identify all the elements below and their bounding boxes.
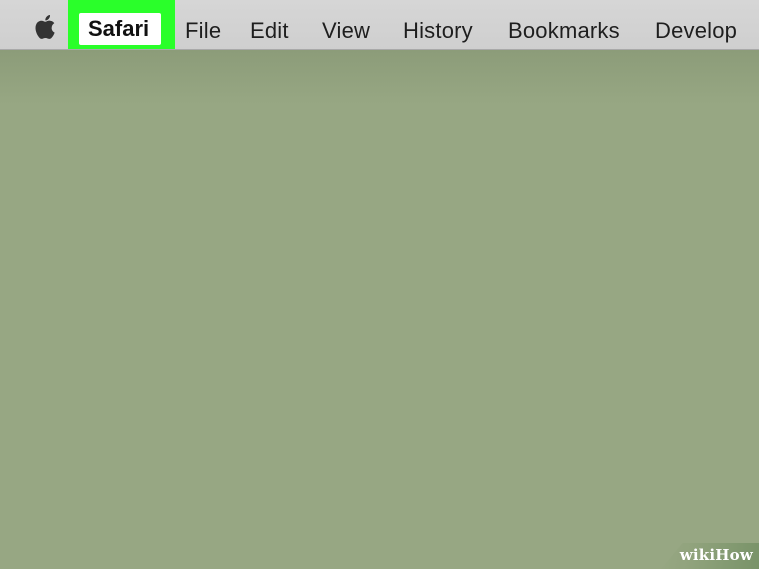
history-menu-label: History bbox=[403, 18, 473, 43]
menu-bar: Safari File Edit View History Bookmarks … bbox=[0, 0, 759, 50]
edit-menu-label: Edit bbox=[250, 18, 289, 43]
bookmarks-menu-label: Bookmarks bbox=[508, 18, 620, 43]
wikihow-watermark: wikiHow bbox=[679, 546, 753, 564]
apple-logo-icon[interactable] bbox=[32, 14, 56, 40]
edit-menu[interactable]: Edit bbox=[250, 0, 289, 49]
desktop-background bbox=[0, 50, 759, 569]
file-menu-label: File bbox=[185, 18, 222, 43]
develop-menu[interactable]: Develop bbox=[655, 0, 738, 49]
safari-menu-label: Safari bbox=[88, 16, 150, 41]
view-menu[interactable]: View bbox=[322, 0, 371, 49]
bookmarks-menu[interactable]: Bookmarks bbox=[508, 0, 620, 49]
file-menu[interactable]: File bbox=[185, 0, 222, 49]
view-menu-label: View bbox=[322, 18, 371, 43]
develop-menu-label: Develop bbox=[655, 18, 738, 43]
history-menu[interactable]: History bbox=[403, 0, 473, 49]
